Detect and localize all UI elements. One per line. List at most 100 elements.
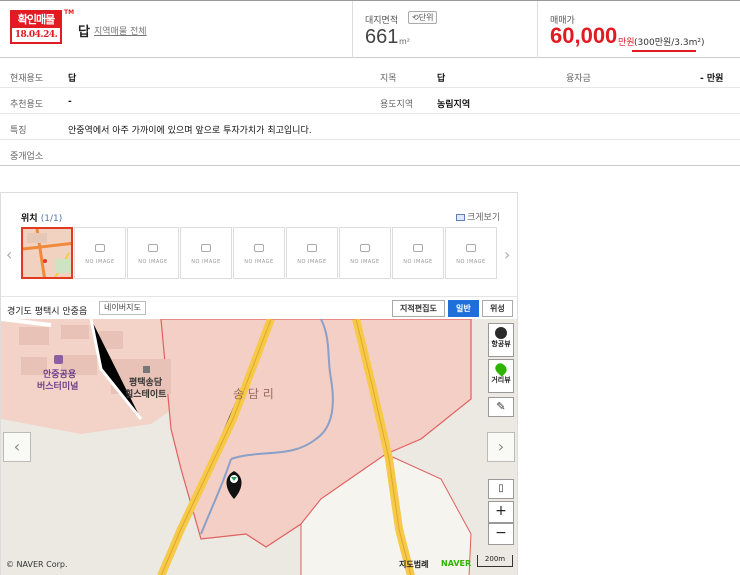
- map-canvas: [1, 319, 517, 575]
- location-panel: 위치 (1/1) 크게보기 ‹ › NO IMAGE NO IMAGE NO I…: [0, 192, 518, 575]
- no-image-thumbnail[interactable]: NO IMAGE: [233, 227, 285, 279]
- divider: [352, 1, 353, 58]
- map-address: 경기도 평택시 안중읍: [7, 307, 88, 317]
- no-image-thumbnail[interactable]: NO IMAGE: [180, 227, 232, 279]
- map-view[interactable]: 안중공용 버스터미널 평택송담 힐스테이트 송 담 리 ‹ › 항공뷰 거리뷰 …: [1, 319, 517, 575]
- verified-badge-title: 확인매물: [12, 12, 60, 28]
- location-title: 위치 (1/1): [21, 211, 62, 224]
- map-scale: 200m: [477, 555, 513, 567]
- feature-label: 특징: [10, 126, 27, 136]
- current-use-value: 답: [68, 74, 77, 84]
- no-image-thumbnail[interactable]: NO IMAGE: [445, 227, 497, 279]
- recommended-use-value: -: [68, 97, 72, 107]
- ruler-icon: ✎: [496, 400, 506, 413]
- street-view-icon: [493, 361, 509, 377]
- map-thumbnail[interactable]: [21, 227, 73, 279]
- mini-map-image: [23, 229, 71, 277]
- info-row: 특징 안중역에서 아주 가까이에 있으며 앞으로 투자가치가 최고입니다.: [0, 114, 740, 140]
- verified-badge-date: 18.04.24.: [14, 30, 58, 40]
- land-area-unit: m²: [399, 37, 410, 46]
- no-image-text: NO IMAGE: [403, 259, 433, 265]
- aerial-view-icon: [495, 327, 507, 339]
- recommended-use-label: 추천용도: [10, 100, 44, 110]
- no-image-text: NO IMAGE: [138, 259, 168, 265]
- map-pan-right-arrow[interactable]: ›: [487, 432, 515, 462]
- map-address-bar: 경기도 평택시 안중읍 네이버지도 지적편집도 일반 위성: [1, 296, 517, 319]
- satellite-map-button[interactable]: 위성: [482, 300, 513, 317]
- property-type: 답: [78, 25, 90, 40]
- unit-toggle-label: 단위: [418, 13, 434, 22]
- camera-icon: [254, 244, 264, 252]
- no-image-thumbnail[interactable]: NO IMAGE: [392, 227, 444, 279]
- land-area-value: 661: [365, 26, 399, 48]
- thumbs-next-arrow[interactable]: ›: [504, 245, 510, 264]
- sale-price-unit: 만원: [618, 38, 635, 48]
- zoom-out-button[interactable]: −: [488, 523, 514, 545]
- no-image-text: NO IMAGE: [350, 259, 380, 265]
- no-image-text: NO IMAGE: [244, 259, 274, 265]
- no-image-text: NO IMAGE: [85, 259, 115, 265]
- aerial-view-button[interactable]: 항공뷰: [488, 323, 514, 357]
- price-per-area: (300만원/3.3m²): [634, 38, 705, 48]
- no-image-text: NO IMAGE: [297, 259, 327, 265]
- bus-terminal-label-2: 버스터미널: [37, 382, 79, 392]
- info-row: 추천용도 - 용도지역 농림지역: [0, 88, 740, 114]
- current-use-label: 현재용도: [10, 74, 44, 84]
- naver-logo: NAVER: [441, 559, 472, 568]
- location-title-text: 위치: [21, 214, 38, 224]
- ruler-button[interactable]: ✎: [488, 397, 514, 417]
- trademark-mark: TM: [64, 9, 75, 16]
- village-label: 송 담 리: [233, 387, 274, 401]
- apartment-label-2: 힐스테이트: [125, 390, 167, 400]
- no-image-thumbnail[interactable]: NO IMAGE: [127, 227, 179, 279]
- aerial-view-label: 항공뷰: [491, 340, 511, 348]
- big-view-button[interactable]: 크게보기: [456, 210, 500, 223]
- camera-icon: [466, 244, 476, 252]
- mouse-icon: ▯: [498, 483, 504, 494]
- info-row: 중개업소: [0, 140, 740, 166]
- enlarge-icon: [456, 214, 465, 221]
- land-category-label: 지목: [380, 74, 397, 84]
- no-image-thumbnail[interactable]: NO IMAGE: [286, 227, 338, 279]
- zoom-in-button[interactable]: +: [488, 501, 514, 523]
- feature-value: 안중역에서 아주 가까이에 있으며 앞으로 투자가치가 최고입니다.: [68, 126, 312, 136]
- map-pan-left-arrow[interactable]: ‹: [3, 432, 31, 462]
- no-image-thumbnail[interactable]: NO IMAGE: [74, 227, 126, 279]
- street-view-label: 거리뷰: [491, 376, 511, 384]
- agent-label: 중개업소: [10, 152, 44, 162]
- loan-value: - 만원: [700, 74, 724, 84]
- location-count: (1/1): [40, 214, 63, 224]
- unit-toggle-button[interactable]: ⟲단위: [408, 11, 438, 24]
- listing-summary-bar: 확인매물 18.04.24. TM 답 지역매물 전체 대지면적 ⟲단위 661…: [0, 0, 740, 58]
- region-listings-link[interactable]: 지역매물 전체: [94, 24, 147, 37]
- naver-map-button[interactable]: 네이버지도: [99, 301, 146, 315]
- map-legend-link[interactable]: 지도범례: [399, 559, 428, 570]
- camera-icon: [413, 244, 423, 252]
- camera-icon: [307, 244, 317, 252]
- no-image-thumbnail[interactable]: NO IMAGE: [339, 227, 391, 279]
- map-copyright: © NAVER Corp.: [6, 560, 68, 569]
- big-view-label: 크게보기: [467, 213, 501, 223]
- no-image-text: NO IMAGE: [191, 259, 221, 265]
- price-underline: [632, 50, 696, 52]
- land-category-value: 답: [437, 74, 446, 84]
- info-row: 현재용도 답 지목 답 융자금 - 만원: [0, 62, 740, 88]
- land-area-label: 대지면적: [365, 16, 399, 26]
- street-view-button[interactable]: 거리뷰: [488, 359, 514, 393]
- camera-icon: [201, 244, 211, 252]
- verified-listing-badge: 확인매물 18.04.24.: [10, 10, 62, 44]
- property-info-table: 현재용도 답 지목 답 융자금 - 만원 추천용도 - 용도지역 농림지역 특징…: [0, 62, 740, 166]
- camera-icon: [148, 244, 158, 252]
- thumbs-prev-arrow[interactable]: ‹: [6, 245, 12, 264]
- cadastral-map-button[interactable]: 지적편집도: [392, 300, 445, 317]
- no-image-text: NO IMAGE: [456, 259, 486, 265]
- camera-icon: [360, 244, 370, 252]
- mouse-scroll-button[interactable]: ▯: [488, 479, 514, 499]
- camera-icon: [95, 244, 105, 252]
- zoning-label: 용도지역: [380, 100, 414, 110]
- swap-icon: ⟲: [412, 13, 419, 22]
- divider: [537, 1, 538, 58]
- sale-price-value: 60,000: [550, 23, 618, 48]
- normal-map-button[interactable]: 일반: [448, 300, 479, 317]
- loan-label: 융자금: [566, 74, 591, 84]
